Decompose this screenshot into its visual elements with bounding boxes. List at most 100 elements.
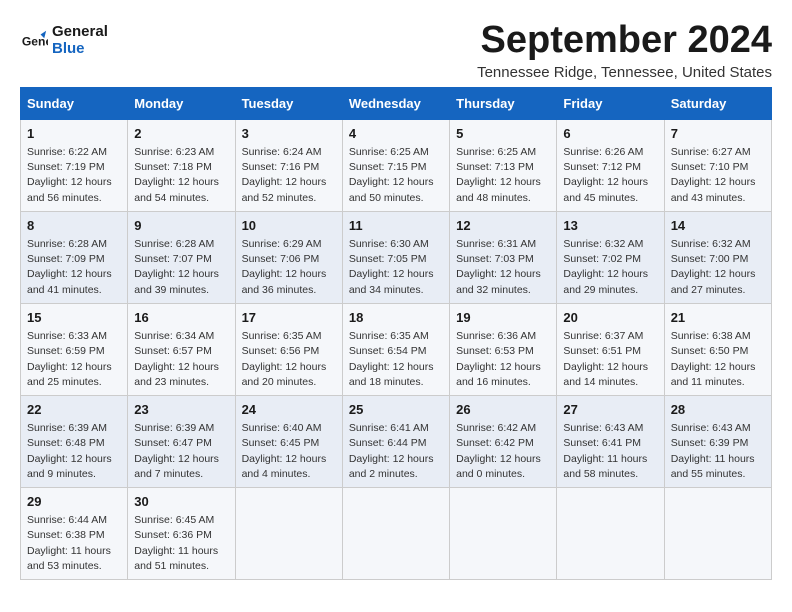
calendar-cell xyxy=(235,488,342,580)
day-info: Sunrise: 6:25 AM Sunset: 7:15 PM Dayligh… xyxy=(349,145,443,206)
day-number: 1 xyxy=(27,125,121,143)
day-number: 7 xyxy=(671,125,765,143)
logo: General General Blue xyxy=(20,24,108,57)
day-number: 8 xyxy=(27,217,121,235)
weekday-header-friday: Friday xyxy=(557,87,664,119)
day-info: Sunrise: 6:23 AM Sunset: 7:18 PM Dayligh… xyxy=(134,145,228,206)
day-info: Sunrise: 6:22 AM Sunset: 7:19 PM Dayligh… xyxy=(27,145,121,206)
calendar-body: 1 Sunrise: 6:22 AM Sunset: 7:19 PM Daylig… xyxy=(21,119,772,579)
day-number: 11 xyxy=(349,217,443,235)
day-info: Sunrise: 6:32 AM Sunset: 7:00 PM Dayligh… xyxy=(671,237,765,298)
logo-text-line1: General xyxy=(52,24,108,41)
day-number: 9 xyxy=(134,217,228,235)
day-info: Sunrise: 6:31 AM Sunset: 7:03 PM Dayligh… xyxy=(456,237,550,298)
day-number: 18 xyxy=(349,309,443,327)
calendar-cell: 24 Sunrise: 6:40 AM Sunset: 6:45 PM Dayli… xyxy=(235,395,342,487)
calendar-week-row: 8 Sunrise: 6:28 AM Sunset: 7:09 PM Daylig… xyxy=(21,211,772,303)
logo-text-line2: Blue xyxy=(52,41,108,58)
day-info: Sunrise: 6:37 AM Sunset: 6:51 PM Dayligh… xyxy=(563,329,657,390)
calendar-week-row: 29 Sunrise: 6:44 AM Sunset: 6:38 PM Dayli… xyxy=(21,488,772,580)
calendar-cell: 14 Sunrise: 6:32 AM Sunset: 7:00 PM Dayli… xyxy=(664,211,771,303)
calendar-cell: 11 Sunrise: 6:30 AM Sunset: 7:05 PM Dayli… xyxy=(342,211,449,303)
calendar-cell: 6 Sunrise: 6:26 AM Sunset: 7:12 PM Daylig… xyxy=(557,119,664,211)
day-number: 4 xyxy=(349,125,443,143)
day-number: 13 xyxy=(563,217,657,235)
day-info: Sunrise: 6:42 AM Sunset: 6:42 PM Dayligh… xyxy=(456,421,550,482)
day-info: Sunrise: 6:24 AM Sunset: 7:16 PM Dayligh… xyxy=(242,145,336,206)
calendar-week-row: 15Sunrise: 6:33 AM Sunset: 6:59 PM Dayli… xyxy=(21,303,772,395)
day-info: Sunrise: 6:41 AM Sunset: 6:44 PM Dayligh… xyxy=(349,421,443,482)
calendar-cell: 2 Sunrise: 6:23 AM Sunset: 7:18 PM Daylig… xyxy=(128,119,235,211)
calendar-cell: 27Sunrise: 6:43 AM Sunset: 6:41 PM Dayli… xyxy=(557,395,664,487)
day-info: Sunrise: 6:38 AM Sunset: 6:50 PM Dayligh… xyxy=(671,329,765,390)
day-number: 10 xyxy=(242,217,336,235)
day-info: Sunrise: 6:35 AM Sunset: 6:56 PM Dayligh… xyxy=(242,329,336,390)
calendar-cell: 10 Sunrise: 6:29 AM Sunset: 7:06 PM Dayli… xyxy=(235,211,342,303)
day-info: Sunrise: 6:43 AM Sunset: 6:41 PM Dayligh… xyxy=(563,421,657,482)
weekday-header-tuesday: Tuesday xyxy=(235,87,342,119)
calendar-cell: 28Sunrise: 6:43 AM Sunset: 6:39 PM Dayli… xyxy=(664,395,771,487)
calendar-cell xyxy=(557,488,664,580)
calendar-cell: 21 Sunrise: 6:38 AM Sunset: 6:50 PM Dayli… xyxy=(664,303,771,395)
day-info: Sunrise: 6:34 AM Sunset: 6:57 PM Dayligh… xyxy=(134,329,228,390)
calendar-cell: 18 Sunrise: 6:35 AM Sunset: 6:54 PM Dayli… xyxy=(342,303,449,395)
logo-icon: General xyxy=(20,27,48,55)
day-info: Sunrise: 6:30 AM Sunset: 7:05 PM Dayligh… xyxy=(349,237,443,298)
day-info: Sunrise: 6:26 AM Sunset: 7:12 PM Dayligh… xyxy=(563,145,657,206)
day-info: Sunrise: 6:45 AM Sunset: 6:36 PM Dayligh… xyxy=(134,513,228,574)
calendar-cell: 5 Sunrise: 6:25 AM Sunset: 7:13 PM Daylig… xyxy=(450,119,557,211)
day-number: 22 xyxy=(27,401,121,419)
day-info: Sunrise: 6:33 AM Sunset: 6:59 PM Dayligh… xyxy=(27,329,121,390)
day-number: 3 xyxy=(242,125,336,143)
day-info: Sunrise: 6:28 AM Sunset: 7:09 PM Dayligh… xyxy=(27,237,121,298)
calendar-cell: 3 Sunrise: 6:24 AM Sunset: 7:16 PM Daylig… xyxy=(235,119,342,211)
day-number: 16 xyxy=(134,309,228,327)
day-number: 29 xyxy=(27,493,121,511)
day-number: 14 xyxy=(671,217,765,235)
weekday-header-monday: Monday xyxy=(128,87,235,119)
calendar-cell: 22 Sunrise: 6:39 AM Sunset: 6:48 PM Dayli… xyxy=(21,395,128,487)
day-number: 6 xyxy=(563,125,657,143)
day-info: Sunrise: 6:29 AM Sunset: 7:06 PM Dayligh… xyxy=(242,237,336,298)
calendar-cell: 29 Sunrise: 6:44 AM Sunset: 6:38 PM Dayli… xyxy=(21,488,128,580)
calendar-cell: 19Sunrise: 6:36 AM Sunset: 6:53 PM Dayli… xyxy=(450,303,557,395)
day-info: Sunrise: 6:40 AM Sunset: 6:45 PM Dayligh… xyxy=(242,421,336,482)
day-info: Sunrise: 6:35 AM Sunset: 6:54 PM Dayligh… xyxy=(349,329,443,390)
calendar-table: SundayMondayTuesdayWednesdayThursdayFrid… xyxy=(20,87,772,580)
weekday-header-row: SundayMondayTuesdayWednesdayThursdayFrid… xyxy=(21,87,772,119)
day-info: Sunrise: 6:39 AM Sunset: 6:47 PM Dayligh… xyxy=(134,421,228,482)
day-number: 25 xyxy=(349,401,443,419)
day-info: Sunrise: 6:39 AM Sunset: 6:48 PM Dayligh… xyxy=(27,421,121,482)
weekday-header-sunday: Sunday xyxy=(21,87,128,119)
day-number: 5 xyxy=(456,125,550,143)
calendar-cell: 26Sunrise: 6:42 AM Sunset: 6:42 PM Dayli… xyxy=(450,395,557,487)
day-info: Sunrise: 6:43 AM Sunset: 6:39 PM Dayligh… xyxy=(671,421,765,482)
calendar-cell xyxy=(450,488,557,580)
calendar-cell: 9 Sunrise: 6:28 AM Sunset: 7:07 PM Daylig… xyxy=(128,211,235,303)
day-number: 19 xyxy=(456,309,550,327)
calendar-cell xyxy=(342,488,449,580)
weekday-header-wednesday: Wednesday xyxy=(342,87,449,119)
title-area: September 2024 Tennessee Ridge, Tennesse… xyxy=(477,20,772,81)
calendar-cell: 16 Sunrise: 6:34 AM Sunset: 6:57 PM Dayli… xyxy=(128,303,235,395)
day-number: 24 xyxy=(242,401,336,419)
day-number: 2 xyxy=(134,125,228,143)
day-info: Sunrise: 6:28 AM Sunset: 7:07 PM Dayligh… xyxy=(134,237,228,298)
day-number: 21 xyxy=(671,309,765,327)
day-number: 23 xyxy=(134,401,228,419)
calendar-cell: 25 Sunrise: 6:41 AM Sunset: 6:44 PM Dayli… xyxy=(342,395,449,487)
calendar-cell: 30 Sunrise: 6:45 AM Sunset: 6:36 PM Dayli… xyxy=(128,488,235,580)
weekday-header-saturday: Saturday xyxy=(664,87,771,119)
day-info: Sunrise: 6:44 AM Sunset: 6:38 PM Dayligh… xyxy=(27,513,121,574)
day-number: 20 xyxy=(563,309,657,327)
month-title: September 2024 xyxy=(477,20,772,62)
calendar-cell: 23 Sunrise: 6:39 AM Sunset: 6:47 PM Dayli… xyxy=(128,395,235,487)
calendar-cell xyxy=(664,488,771,580)
day-number: 30 xyxy=(134,493,228,511)
header: General General Blue September 2024 Tenn… xyxy=(20,20,772,81)
calendar-cell: 4 Sunrise: 6:25 AM Sunset: 7:15 PM Daylig… xyxy=(342,119,449,211)
calendar-cell: 15Sunrise: 6:33 AM Sunset: 6:59 PM Dayli… xyxy=(21,303,128,395)
location-title: Tennessee Ridge, Tennessee, United State… xyxy=(477,64,772,81)
day-number: 17 xyxy=(242,309,336,327)
day-info: Sunrise: 6:25 AM Sunset: 7:13 PM Dayligh… xyxy=(456,145,550,206)
